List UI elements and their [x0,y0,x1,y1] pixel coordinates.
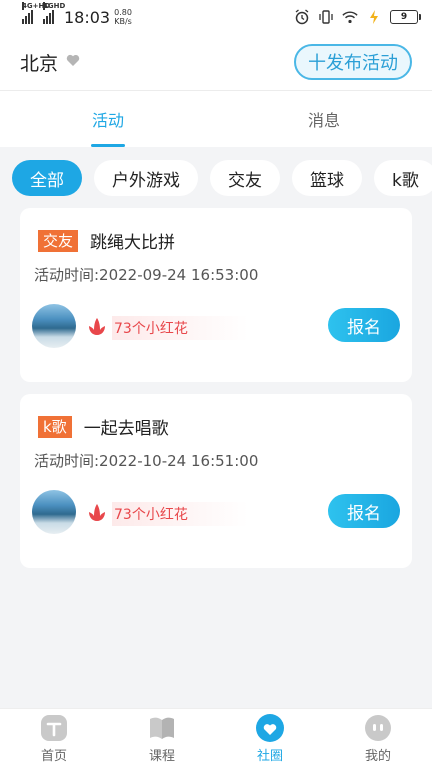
category-badge: 交友 [38,229,79,252]
tab-bar: 活动 消息 [0,91,432,147]
city-selector[interactable]: 北京 [20,49,58,76]
home-icon [39,713,69,743]
nav-home-label: 首页 [40,749,67,764]
flower-icon [86,316,108,340]
activity-title: 一起去唱歌 [83,419,169,439]
activity-title: 跳绳大比拼 [90,233,176,253]
nav-home[interactable]: 首页 [0,709,108,768]
publish-activity-button[interactable]: 十发布活动 [294,44,412,80]
filter-chips: 全部 户外游戏 交友 篮球 k歌 [12,160,432,196]
avatar[interactable] [32,490,76,534]
activity-card[interactable]: 交友 跳绳大比拼 活动时间:2022-09-24 16:53:00 73个小红花… [20,208,412,382]
filter-karaoke[interactable]: k歌 [374,160,432,196]
filter-all[interactable]: 全部 [12,160,82,196]
network-type-2: 4GHD [43,2,66,10]
nav-profile-label: 我的 [364,749,391,764]
heart-icon [255,713,285,743]
clock: 18:03 [64,7,111,27]
nav-community[interactable]: 社圈 [216,709,324,768]
signup-button[interactable]: 报名 [328,494,400,528]
avatar[interactable] [32,304,76,348]
alarm-icon [294,9,310,25]
wifi-icon [342,9,358,25]
bottom-nav: 首页 课程 社圈 我的 [0,708,432,768]
nav-community-label: 社圈 [256,749,283,764]
nav-courses-label: 课程 [148,749,175,764]
tab-activity[interactable]: 活动 [0,91,216,147]
network-type-1: 4G+HD [22,2,51,10]
flower-icon [86,502,108,526]
status-bar: 4G+HD 4GHD 18:03 0.80 KB/s 9 [0,0,432,34]
activity-time: 活动时间:2022-10-24 16:51:00 [34,452,259,470]
profile-icon [363,713,393,743]
header: 北京 十发布活动 [0,34,432,90]
flower-count: 73个小红花 [112,502,248,526]
signal-icon-2: 4GHD [43,2,65,24]
activity-time: 活动时间:2022-09-24 16:53:00 [34,266,259,284]
charging-icon [366,9,382,25]
nav-profile[interactable]: 我的 [324,709,432,768]
vibrate-icon [318,9,334,25]
net-speed-value: 0.80 [114,8,132,17]
signal-icon: 4G+HD [22,2,50,24]
category-badge: k歌 [38,415,72,438]
filter-basketball[interactable]: 篮球 [292,160,362,196]
net-speed: 0.80 KB/s [114,8,132,26]
battery-indicator: 9 [390,10,421,24]
flower-count: 73个小红花 [112,316,248,340]
filter-social[interactable]: 交友 [210,160,280,196]
book-icon [147,713,177,743]
signup-button[interactable]: 报名 [328,308,400,342]
filter-outdoor-games[interactable]: 户外游戏 [94,160,198,196]
activity-card[interactable]: k歌 一起去唱歌 活动时间:2022-10-24 16:51:00 73个小红花… [20,394,412,568]
net-speed-unit: KB/s [114,17,132,26]
nav-courses[interactable]: 课程 [108,709,216,768]
heart-icon-small[interactable] [66,54,80,71]
tab-messages[interactable]: 消息 [216,91,432,147]
